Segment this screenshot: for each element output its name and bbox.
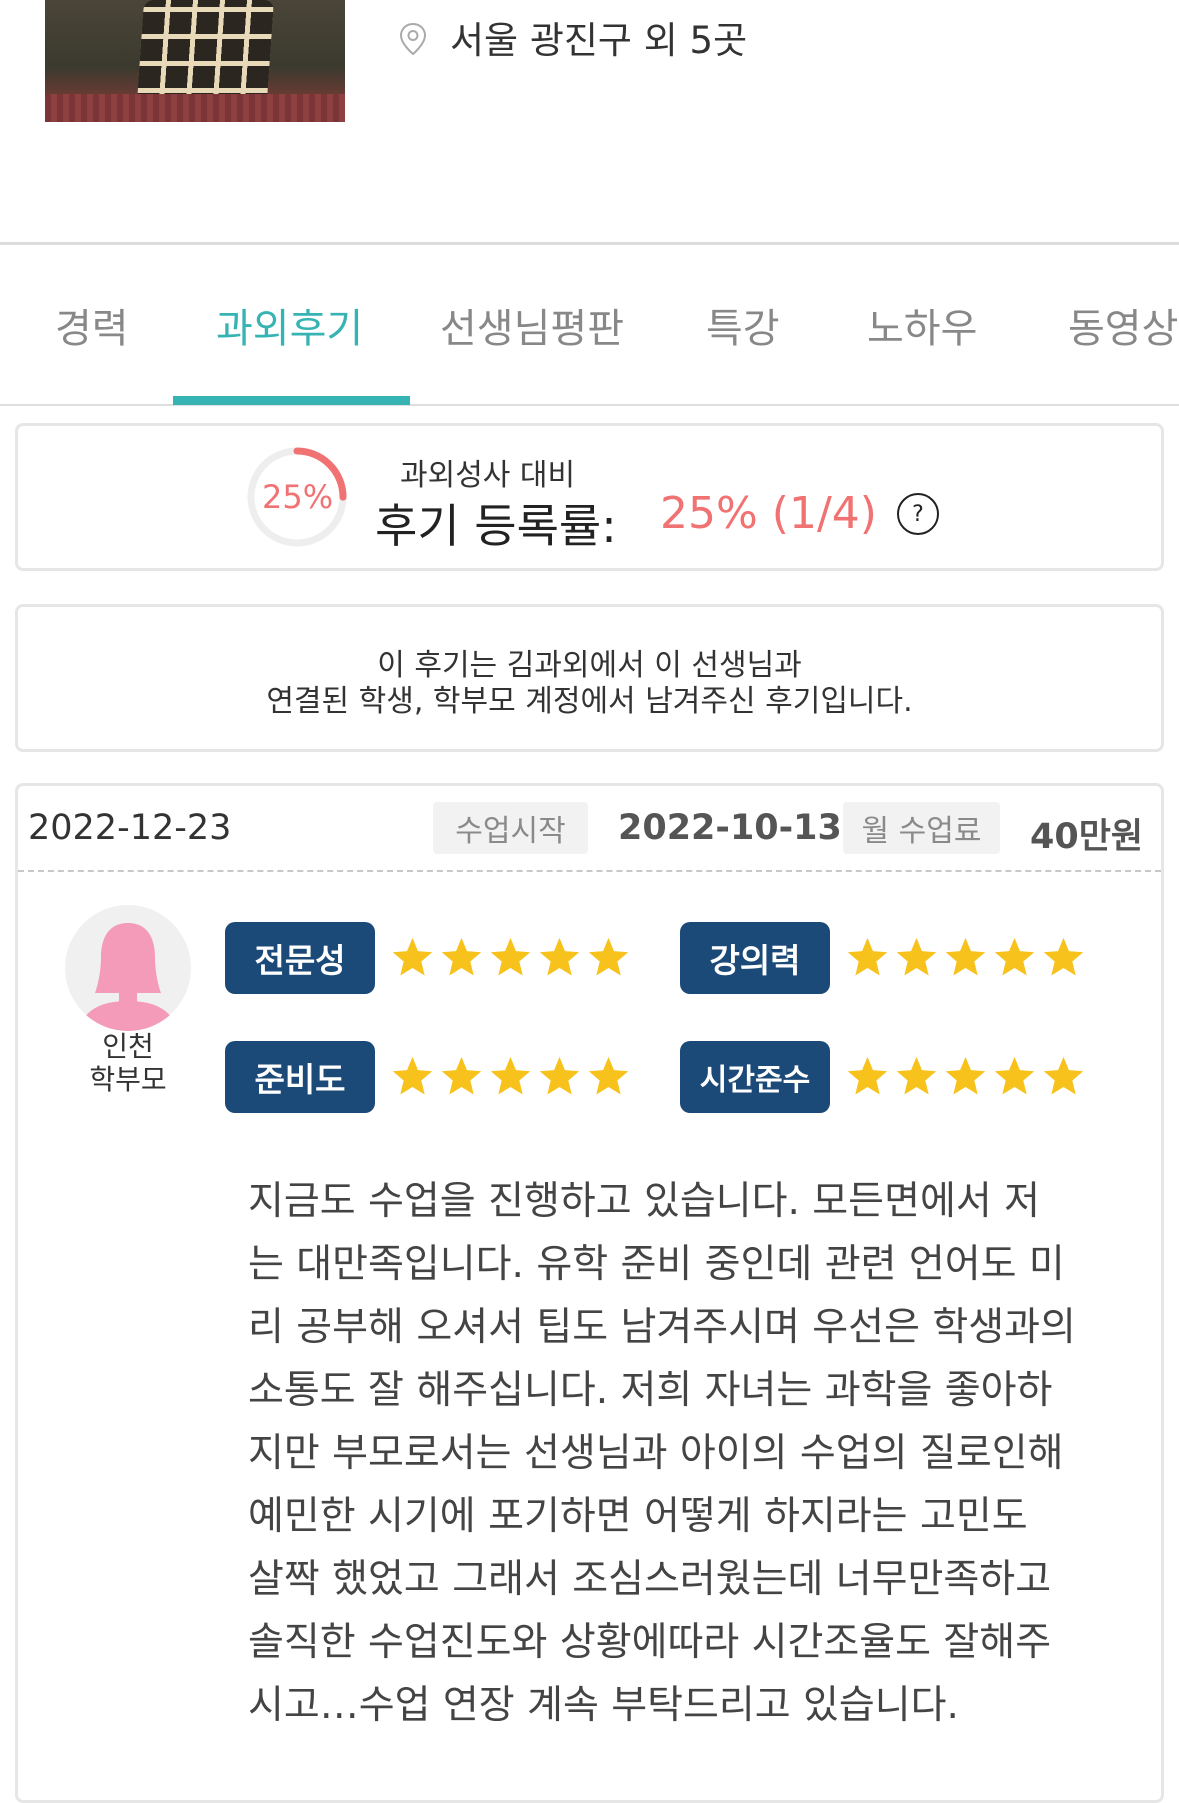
review-line: 살짝 했었고 그래서 조심스러웠는데 너무만족하고 bbox=[248, 1557, 1052, 1602]
rating-label-punctuality: 시간준수 bbox=[680, 1041, 830, 1113]
star-icon bbox=[847, 937, 888, 976]
tab-reviews[interactable]: 과외후기 bbox=[216, 296, 363, 354]
star-rating bbox=[845, 935, 1086, 980]
notice-line-2: 연결된 학생, 학부모 계정에서 남겨주신 후기입니다. bbox=[266, 684, 913, 719]
rating-label-expertise: 전문성 bbox=[225, 922, 375, 994]
star-icon bbox=[588, 937, 629, 976]
star-icon bbox=[847, 1056, 888, 1095]
review-line: 리 공부해 오셔서 팁도 남겨주시며 우선은 학생과의 bbox=[248, 1305, 1076, 1350]
location-text: 서울 광진구 외 5곳 bbox=[450, 19, 748, 62]
star-icon bbox=[539, 1056, 580, 1095]
review-line: 소통도 잘 해주십니다. 저희 자녀는 과학을 좋아하 bbox=[248, 1368, 1053, 1413]
rating-label-preparation: 준비도 bbox=[225, 1041, 375, 1113]
star-icon bbox=[1043, 937, 1084, 976]
tab-video[interactable]: 동영상 bbox=[1068, 296, 1178, 354]
star-icon bbox=[392, 937, 433, 976]
tab-knowhow[interactable]: 노하우 bbox=[867, 296, 977, 354]
reviewer-info: 인천 학부모 bbox=[60, 1030, 196, 1096]
star-icon bbox=[490, 1056, 531, 1095]
review-line: 지금도 수업을 진행하고 있습니다. 모든면에서 저 bbox=[248, 1179, 1040, 1224]
review-line: 솔직한 수업진도와 상황에따라 시간조율도 잘해주 bbox=[248, 1620, 1052, 1665]
star-rating bbox=[390, 1054, 631, 1099]
star-icon bbox=[945, 1056, 986, 1095]
review-line: 지만 부모로서는 선생님과 아이의 수업의 질로인해 bbox=[248, 1431, 1064, 1476]
tab-career[interactable]: 경력 bbox=[55, 296, 129, 354]
star-icon bbox=[441, 937, 482, 976]
ring-percent: 25% bbox=[262, 478, 334, 516]
review-date: 2022-12-23 bbox=[28, 808, 232, 848]
female-user-icon bbox=[79, 923, 177, 1031]
help-icon[interactable]: ? bbox=[897, 493, 939, 535]
star-icon bbox=[994, 937, 1035, 976]
teacher-photo bbox=[45, 0, 345, 122]
dashed-divider bbox=[18, 870, 1161, 872]
divider bbox=[0, 242, 1179, 245]
star-icon bbox=[588, 1056, 629, 1095]
review-line: 예민한 시기에 포기하면 어떻게 하지라는 고민도 bbox=[248, 1494, 1028, 1539]
reviewer-role: 학부모 bbox=[89, 1063, 167, 1096]
avatar bbox=[65, 905, 191, 1031]
reviewer-region: 인천 bbox=[102, 1030, 154, 1063]
star-icon bbox=[994, 1056, 1035, 1095]
review-line: 시고…수업 연장 계속 부탁드리고 있습니다. bbox=[248, 1683, 959, 1728]
active-tab-indicator bbox=[173, 396, 410, 405]
fee-label-badge: 월 수업료 bbox=[843, 802, 1000, 854]
rating-label-teaching: 강의력 bbox=[680, 922, 830, 994]
tab-reputation[interactable]: 선생님평판 bbox=[440, 296, 624, 354]
star-icon bbox=[441, 1056, 482, 1095]
fee-value: 40만원 bbox=[1030, 817, 1144, 857]
star-icon bbox=[490, 937, 531, 976]
star-icon bbox=[539, 937, 580, 976]
star-icon bbox=[392, 1056, 433, 1095]
review-line: 는 대만족입니다. 유학 준비 중인데 관련 언어도 미 bbox=[248, 1242, 1065, 1287]
rate-caption-big: 후기 등록률: bbox=[375, 499, 617, 553]
tab-special-lecture[interactable]: 특강 bbox=[706, 296, 780, 354]
star-icon bbox=[896, 1056, 937, 1095]
star-icon bbox=[896, 937, 937, 976]
review-text: 지금도 수업을 진행하고 있습니다. 모든면에서 저 는 대만족입니다. 유학 … bbox=[248, 1170, 1108, 1737]
start-label-badge: 수업시작 bbox=[433, 802, 588, 854]
review-rate-value: 25% (1/4) bbox=[660, 488, 877, 539]
star-rating bbox=[390, 935, 631, 980]
start-date: 2022-10-13 bbox=[618, 808, 842, 848]
star-rating bbox=[845, 1054, 1086, 1099]
location-pin-icon bbox=[399, 22, 427, 56]
star-icon bbox=[1043, 1056, 1084, 1095]
star-icon bbox=[945, 937, 986, 976]
rate-caption-small: 과외성사 대비 bbox=[400, 458, 576, 493]
